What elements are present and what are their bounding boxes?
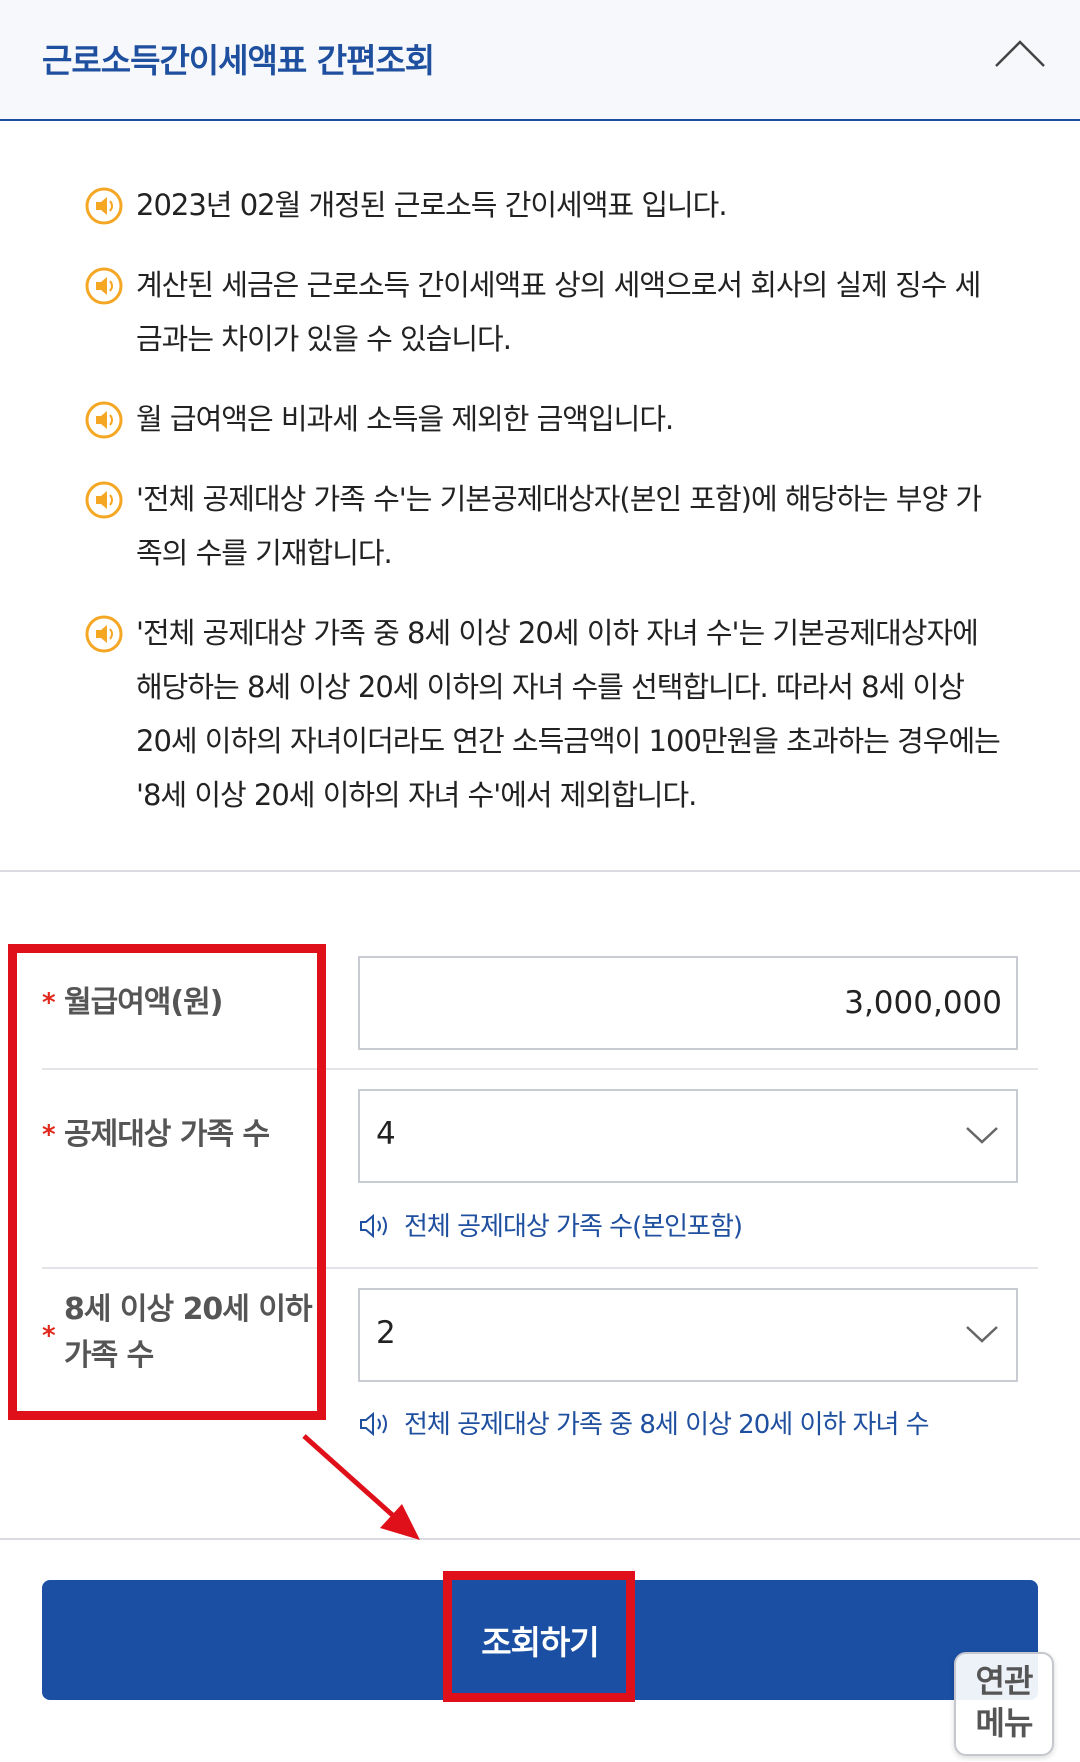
speaker-icon (85, 481, 123, 519)
chevron-down-icon (966, 1127, 998, 1144)
notice-text: '전체 공제대상 가족 중 8세 이상 20세 이하 자녀 수'는 기본공제대상… (136, 616, 1001, 812)
children-hint-text: 전체 공제대상 가족 중 8세 이상 20세 이하 자녀 수 (404, 1410, 930, 1440)
family-select[interactable]: 4 (358, 1089, 1018, 1183)
notice-text: 계산된 세금은 근로소득 간이세액표 상의 세액으로서 회사의 실제 징수 세금… (136, 268, 981, 356)
chevron-down-icon (966, 1326, 998, 1343)
annotation-highlight-button-box (443, 1571, 635, 1702)
section-divider (0, 870, 1080, 872)
annotation-highlight-box (8, 944, 326, 1420)
section-header: 근로소득간이세액표 간편조회 (0, 0, 1080, 121)
related-menu-line1: 연관 (975, 1662, 1034, 1700)
children-hint: 전체 공제대상 가족 중 8세 이상 20세 이하 자녀 수 (358, 1404, 930, 1441)
family-hint-text: 전체 공제대상 가족 수(본인포함) (404, 1212, 743, 1242)
speaker-icon (85, 615, 123, 653)
children-select-value: 2 (376, 1315, 396, 1351)
related-menu-line2: 메뉴 (975, 1704, 1034, 1742)
notice-text: '전체 공제대상 가족 수'는 기본공제대상자(본인 포함)에 해당하는 부양 … (136, 482, 982, 570)
tax-table-page: 근로소득간이세액표 간편조회 2023년 02월 개정된 근로소득 간이세액표 … (0, 0, 1080, 1762)
notice-list: 2023년 02월 개정된 근로소득 간이세액표 입니다. 계산된 세금은 근로… (84, 178, 1004, 848)
notice-item: '전체 공제대상 가족 중 8세 이상 20세 이하 자녀 수'는 기본공제대상… (84, 606, 1004, 822)
notice-item: '전체 공제대상 가족 수'는 기본공제대상자(본인 포함)에 해당하는 부양 … (84, 472, 1004, 580)
notice-item: 계산된 세금은 근로소득 간이세액표 상의 세액으로서 회사의 실제 징수 세금… (84, 258, 1004, 366)
collapse-toggle-button[interactable] (992, 34, 1048, 74)
speaker-icon (85, 267, 123, 305)
annotation-arrow-icon (302, 1434, 420, 1540)
speaker-icon (85, 187, 123, 225)
salary-input[interactable] (360, 958, 1016, 1048)
salary-field (358, 956, 1018, 1050)
notice-item: 2023년 02월 개정된 근로소득 간이세액표 입니다. (84, 178, 1004, 232)
section-divider (0, 1538, 1080, 1540)
speaker-outline-icon (360, 1213, 387, 1239)
family-select-value: 4 (376, 1116, 396, 1152)
page-title: 근로소득간이세액표 간편조회 (42, 41, 435, 80)
chevron-up-icon (995, 40, 1045, 67)
family-hint: 전체 공제대상 가족 수(본인포함) (358, 1206, 743, 1243)
related-menu-button[interactable]: 연관 메뉴 (954, 1652, 1054, 1756)
notice-text: 2023년 02월 개정된 근로소득 간이세액표 입니다. (136, 188, 728, 222)
notice-item: 월 급여액은 비과세 소득을 제외한 금액입니다. (84, 392, 1004, 446)
children-select[interactable]: 2 (358, 1288, 1018, 1382)
speaker-icon (85, 401, 123, 439)
notice-text: 월 급여액은 비과세 소득을 제외한 금액입니다. (136, 402, 674, 436)
